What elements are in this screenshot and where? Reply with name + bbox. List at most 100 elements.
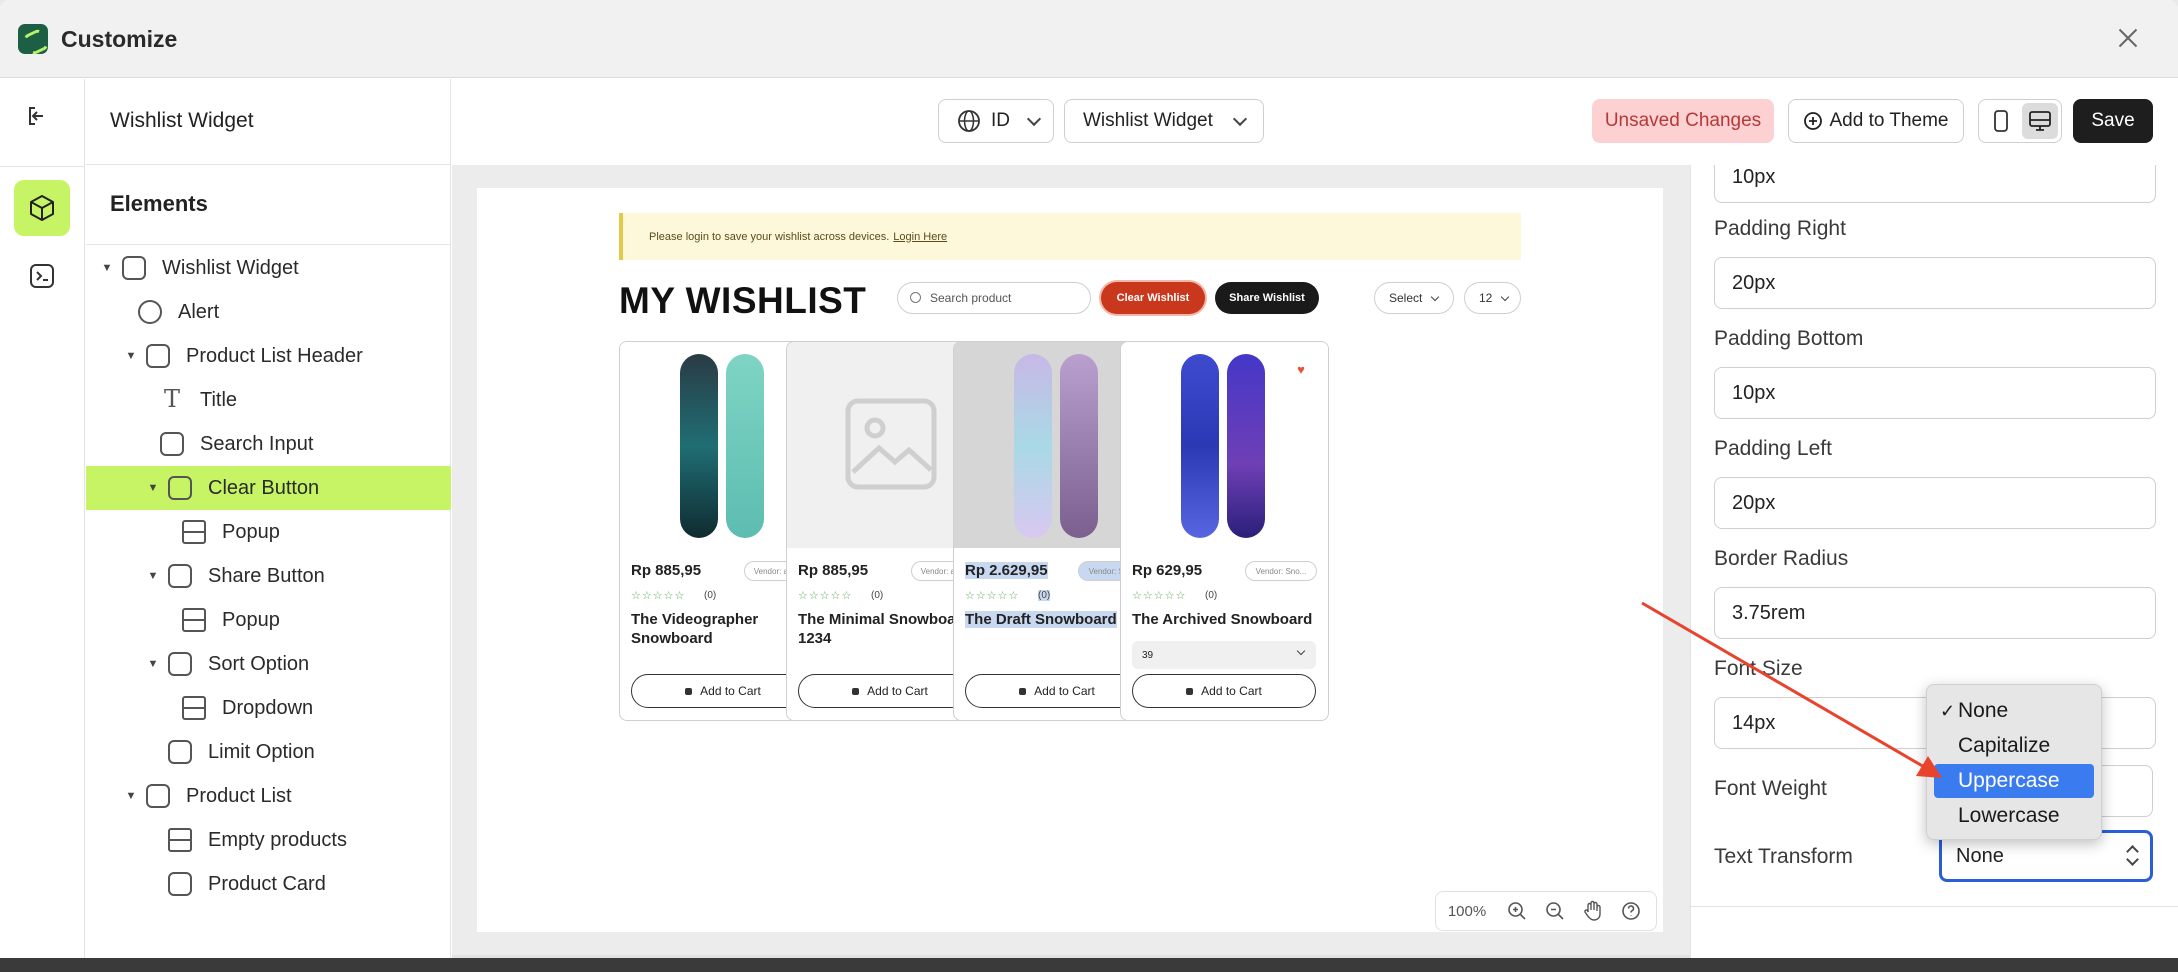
clear-wishlist-button[interactable]: Clear Wishlist bbox=[1101, 282, 1205, 314]
mobile-view-button[interactable] bbox=[1983, 103, 2019, 139]
option-label: None bbox=[1958, 699, 2009, 722]
search-input[interactable]: Search product bbox=[897, 282, 1091, 314]
padding-bottom-input[interactable]: 10px bbox=[1714, 367, 2156, 419]
tree-item-empty-products[interactable]: Empty products bbox=[86, 818, 451, 862]
border-radius-label: Border Radius bbox=[1714, 547, 1849, 570]
snowboard-image bbox=[1060, 354, 1098, 538]
limit-select[interactable]: 12 bbox=[1464, 282, 1521, 314]
option-label: Lowercase bbox=[1958, 804, 2060, 827]
template-select[interactable]: Wishlist Widget bbox=[1064, 99, 1264, 143]
add-to-cart-button[interactable]: Add to Cart bbox=[1132, 674, 1316, 708]
box-icon bbox=[168, 476, 192, 500]
up-down-chevron-icon bbox=[2126, 845, 2138, 867]
text-transform-dropdown: ✓ None Capitalize Uppercase Lowercase bbox=[1926, 684, 2102, 840]
caret-down-icon[interactable]: ▼ bbox=[146, 570, 160, 582]
option-lowercase[interactable]: Lowercase bbox=[1934, 799, 2094, 833]
elements-cube-button[interactable] bbox=[14, 180, 70, 236]
option-label: Uppercase bbox=[1958, 769, 2060, 792]
padding-top-input[interactable]: 10px bbox=[1714, 165, 2156, 203]
caret-down-icon[interactable]: ▼ bbox=[124, 790, 138, 802]
tree-item-alert[interactable]: Alert bbox=[86, 290, 451, 334]
product-card[interactable]: ♥ Rp 629,95 Vendor: Sno... ☆☆☆☆☆ (0) The… bbox=[1120, 341, 1329, 721]
tree-item-sort-option[interactable]: ▼ Sort Option bbox=[86, 642, 451, 686]
border-radius-input[interactable]: 3.75rem bbox=[1714, 587, 2156, 639]
tree-item-title[interactable]: T Title bbox=[86, 378, 451, 422]
caret-down-icon[interactable]: ▼ bbox=[146, 482, 160, 494]
limit-value: 12 bbox=[1479, 291, 1493, 305]
globe-icon bbox=[958, 110, 980, 132]
device-toggle bbox=[1978, 99, 2062, 143]
snowboard-image bbox=[1227, 354, 1265, 538]
widget-icon bbox=[122, 256, 146, 280]
tree-item-label: Clear Button bbox=[208, 476, 320, 499]
tree-item-wishlist-widget[interactable]: ▼ Wishlist Widget bbox=[86, 246, 451, 290]
chevron-down-icon bbox=[1501, 292, 1510, 301]
zoom-out-button[interactable] bbox=[1536, 892, 1574, 930]
properties-panel: 10px Padding Right 20px Padding Bottom 1… bbox=[1690, 165, 2178, 972]
customize-window: Customize Wishlist Widget Elements ▼ Wis… bbox=[0, 0, 2178, 972]
help-circle-icon bbox=[138, 300, 162, 324]
pan-button[interactable] bbox=[1574, 892, 1612, 930]
login-link[interactable]: Login Here bbox=[893, 231, 947, 243]
tree-item-clear-button[interactable]: ▼ Clear Button bbox=[86, 466, 451, 510]
tree-item-search-input[interactable]: Search Input bbox=[86, 422, 451, 466]
variant-value: 39 bbox=[1142, 649, 1154, 661]
terminal-icon bbox=[30, 264, 54, 288]
tree-item-dropdown[interactable]: Dropdown bbox=[86, 686, 451, 730]
tree-item-product-card[interactable]: Product Card bbox=[86, 862, 451, 906]
tree-item-popup[interactable]: Popup bbox=[86, 598, 451, 642]
add-to-theme-label: Add to Theme bbox=[1829, 110, 1949, 131]
exit-icon[interactable] bbox=[26, 105, 48, 127]
share-wishlist-button[interactable]: Share Wishlist bbox=[1215, 282, 1319, 314]
caret-down-icon[interactable]: ▼ bbox=[100, 262, 114, 274]
tree-item-label: Share Button bbox=[208, 564, 325, 587]
review-count: (0) bbox=[1205, 590, 1218, 601]
caret-down-icon[interactable]: ▼ bbox=[124, 350, 138, 362]
tree-item-share-button[interactable]: ▼ Share Button bbox=[86, 554, 451, 598]
sort-value: Select bbox=[1389, 291, 1423, 305]
variant-select[interactable]: 39 bbox=[1132, 641, 1316, 669]
desktop-view-button[interactable] bbox=[2022, 103, 2058, 139]
option-uppercase[interactable]: Uppercase bbox=[1934, 764, 2094, 798]
font-size-label: Font Size bbox=[1714, 657, 1803, 680]
elements-sidebar: Wishlist Widget Elements ▼ Wishlist Widg… bbox=[86, 79, 451, 972]
tree-item-label: Search Input bbox=[200, 432, 314, 455]
caret-down-icon[interactable]: ▼ bbox=[146, 658, 160, 670]
padding-left-input[interactable]: 20px bbox=[1714, 477, 2156, 529]
widget-icon bbox=[146, 784, 170, 808]
save-button[interactable]: Save bbox=[2073, 99, 2153, 143]
add-to-theme-button[interactable]: Add to Theme bbox=[1788, 99, 1964, 143]
widget-name: Wishlist Widget bbox=[110, 109, 254, 132]
language-select[interactable]: ID bbox=[938, 99, 1054, 143]
tree-item-label: Popup bbox=[222, 608, 280, 631]
code-button[interactable] bbox=[14, 248, 70, 304]
zoom-in-icon bbox=[1508, 902, 1526, 920]
tree-item-product-list-header[interactable]: ▼ Product List Header bbox=[86, 334, 451, 378]
preview-canvas: Please login to save your wishlist acros… bbox=[477, 188, 1663, 932]
tree-item-product-list[interactable]: ▼ Product List bbox=[86, 774, 451, 818]
template-value: Wishlist Widget bbox=[1083, 110, 1213, 131]
help-button[interactable] bbox=[1612, 892, 1650, 930]
product-image[interactable]: ♥ bbox=[1121, 342, 1328, 548]
chevron-down-icon bbox=[1232, 111, 1248, 126]
product-name[interactable]: The Archived Snowboard bbox=[1132, 610, 1322, 629]
sidebar-divider bbox=[86, 244, 451, 245]
box-icon bbox=[160, 432, 184, 456]
zoom-out-icon bbox=[1546, 902, 1564, 920]
sidebar-divider bbox=[86, 164, 451, 165]
tree-item-popup[interactable]: Popup bbox=[86, 510, 451, 554]
heart-icon[interactable]: ♥ bbox=[1288, 356, 1314, 382]
close-icon[interactable] bbox=[2112, 22, 2144, 54]
product-price: Rp 885,95 bbox=[798, 562, 869, 579]
language-value: ID bbox=[991, 110, 1010, 131]
padding-right-input[interactable]: 20px bbox=[1714, 257, 2156, 309]
snowboard-image bbox=[1014, 354, 1052, 538]
option-none[interactable]: ✓ None bbox=[1934, 694, 2094, 728]
zoom-in-button[interactable] bbox=[1498, 892, 1536, 930]
sort-select[interactable]: Select bbox=[1374, 282, 1454, 314]
text-transform-value: None bbox=[1956, 844, 2004, 867]
image-placeholder-icon bbox=[845, 398, 937, 490]
tree-item-limit-option[interactable]: Limit Option bbox=[86, 730, 451, 774]
product-price: Rp 2.629,95 bbox=[965, 562, 1048, 579]
option-capitalize[interactable]: Capitalize bbox=[1934, 729, 2094, 763]
